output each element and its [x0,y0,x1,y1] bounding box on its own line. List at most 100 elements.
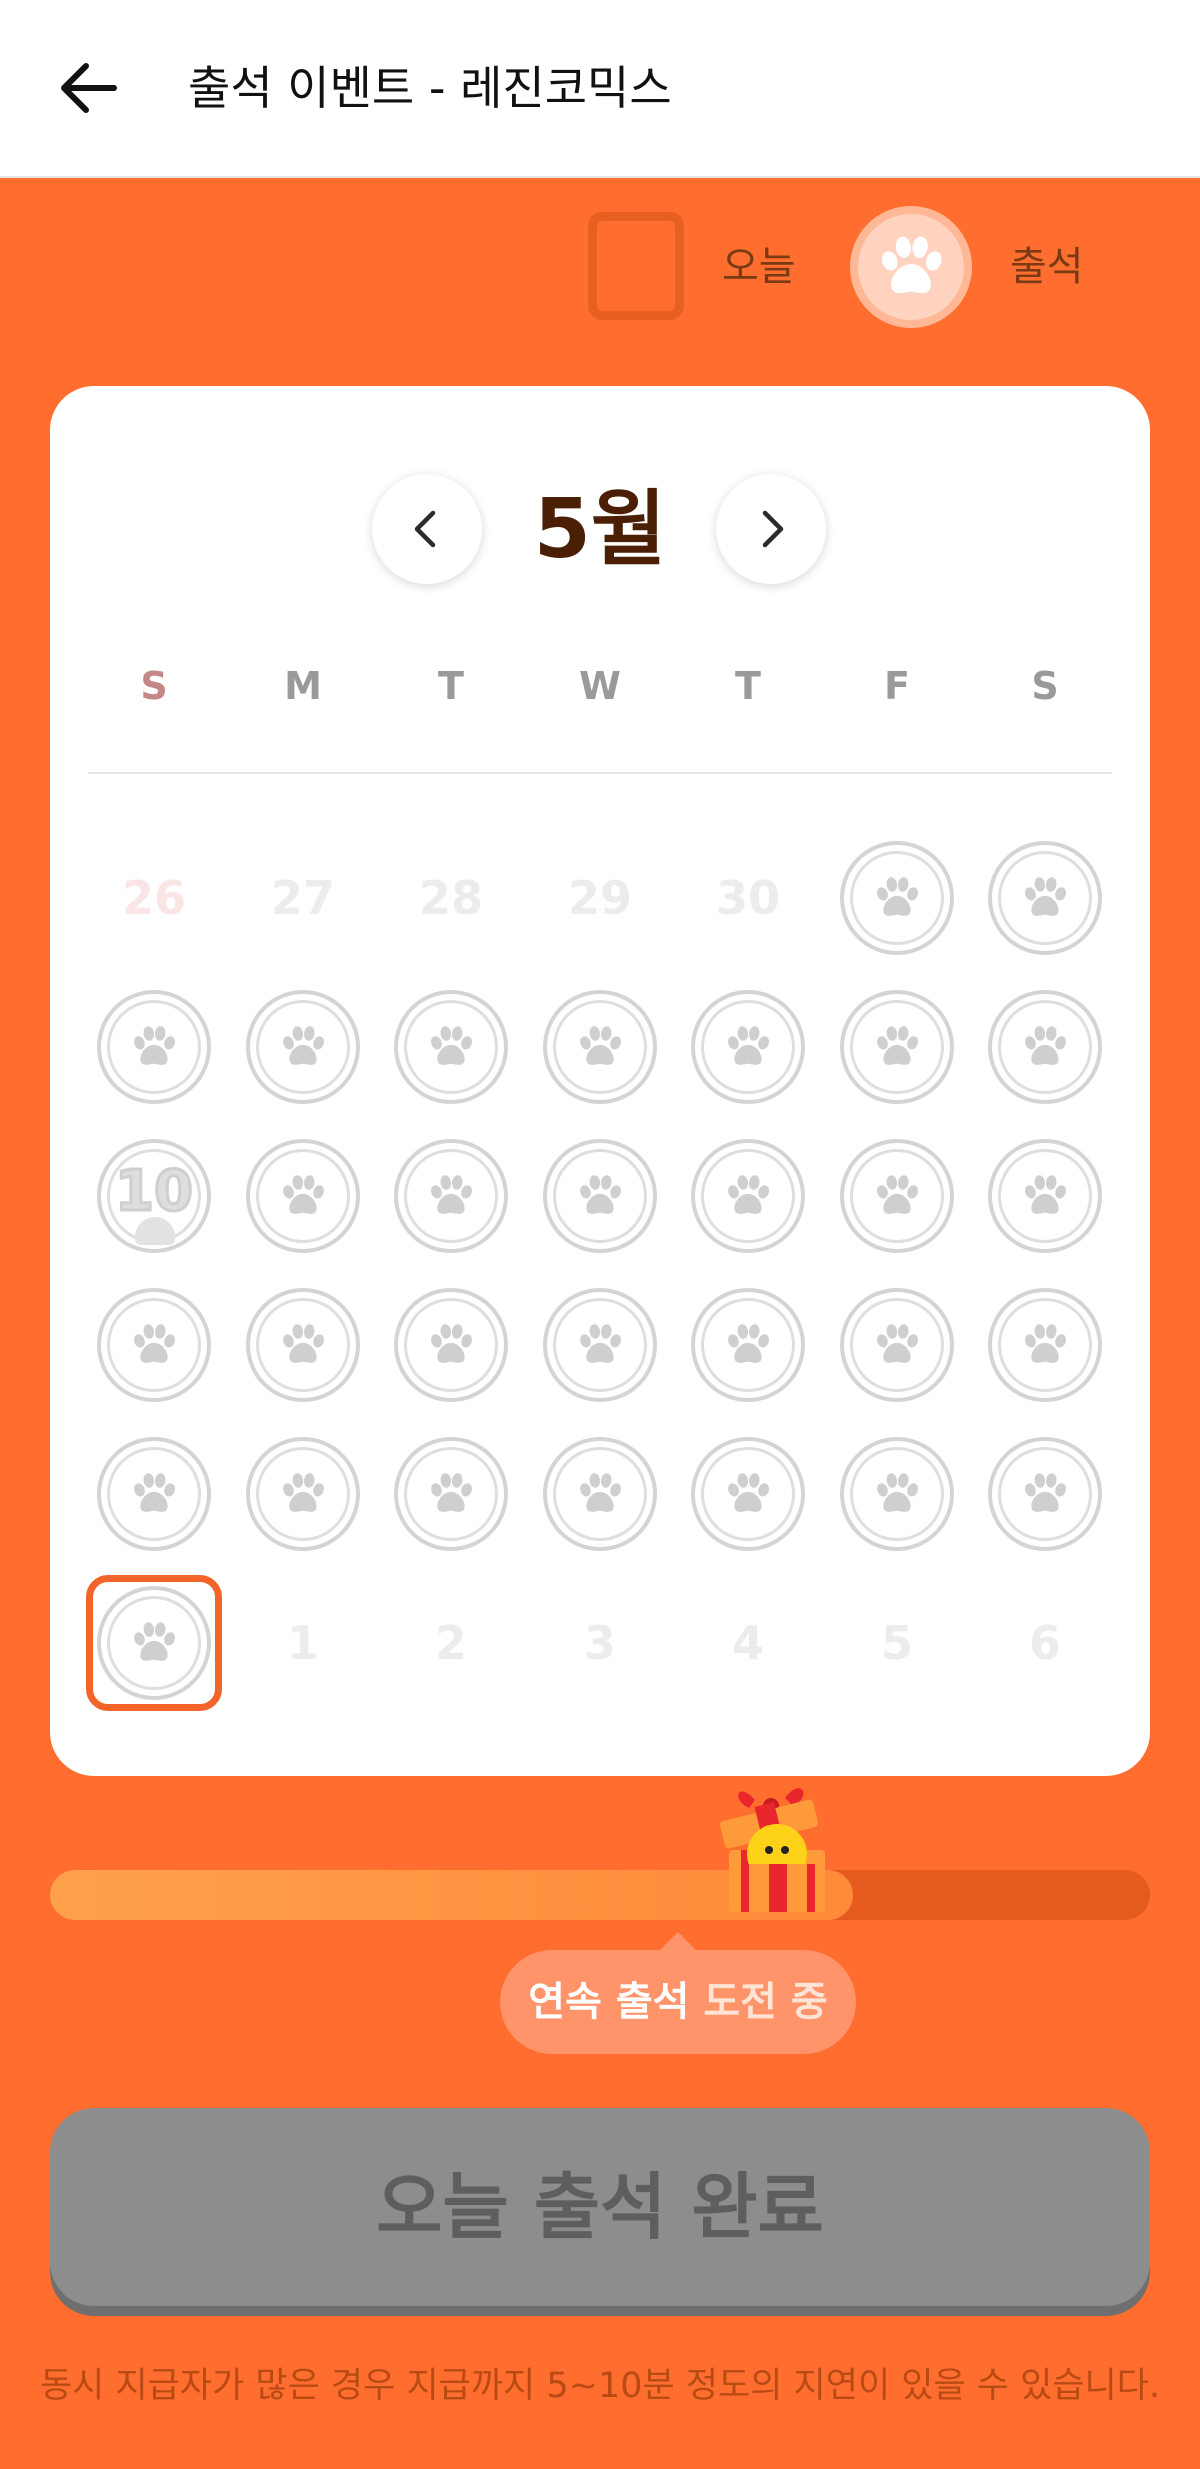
attendance-stamp [988,1139,1102,1253]
paw-icon [283,1026,325,1065]
streak-status-text: 도전 중 [703,1979,828,2025]
attendance-stamp [691,1288,805,1402]
attendance-stamp [840,841,954,955]
calendar-day-17[interactable] [94,1285,214,1405]
calendar-day-29[interactable] [837,1434,957,1554]
calendar-day-8[interactable] [837,987,957,1107]
next-month-day: 4 [731,1616,764,1670]
back-button[interactable] [52,48,132,128]
weekday-divider [88,772,1112,774]
paw-icon [1025,1324,1067,1363]
chevron-left-icon [414,510,436,548]
prev-month-day: 30 [715,871,780,925]
paw-icon [580,1473,622,1512]
paw-icon [728,1175,770,1214]
prev-month-day: 29 [567,871,632,925]
next-month-button[interactable] [716,474,826,584]
streak-status-badge: 연속 출석 도전 중 [500,1932,856,2054]
paw-icon [283,1473,325,1512]
arrow-left-icon [61,63,117,113]
calendar-day-19[interactable] [391,1285,511,1405]
attendance-stamp [394,1288,508,1402]
paw-icon [134,1324,176,1363]
paw-icon [881,236,942,294]
prev-month-day: 26 [121,871,186,925]
paw-icon [877,1324,919,1363]
calendar-day-31[interactable] [86,1575,222,1711]
page-title: 출석 이벤트 - 레진코믹스 [188,61,672,115]
paw-icon [1025,1175,1067,1214]
attendance-stamp [988,841,1102,955]
calendar-day-27[interactable] [540,1434,660,1554]
calendar-day-10[interactable]: 10 [94,1136,214,1256]
attendance-stamp [840,990,954,1104]
paw-icon [580,1026,622,1065]
calendar-day-26[interactable] [391,1434,511,1554]
calendar-day-20[interactable] [540,1285,660,1405]
app-header: 출석 이벤트 - 레진코믹스 [0,0,1200,178]
attendance-stamp [246,1437,360,1551]
calendar-day-7[interactable] [688,987,808,1107]
delay-notice: 동시 지급자가 많은 경우 지급까지 5~10분 정도의 지연이 있을 수 있습… [39,2366,1161,2406]
paw-icon [134,1026,176,1065]
gift-icon [715,1770,835,1920]
legend-today-swatch [588,212,684,320]
calendar-day-13[interactable] [540,1136,660,1256]
calendar-day-25[interactable] [243,1434,363,1554]
paw-icon [134,1622,176,1661]
attendance-stamp [97,1437,211,1551]
weekday-label: M [284,664,322,708]
paw-icon [877,877,919,916]
calendar-day-22[interactable] [837,1285,957,1405]
paw-icon [877,1175,919,1214]
paw-icon [283,1324,325,1363]
calendar-day-15[interactable] [837,1136,957,1256]
calendar-day-3[interactable] [94,987,214,1107]
attendance-stamp [394,1437,508,1551]
attendance-stamp [840,1288,954,1402]
calendar-day-5[interactable] [391,987,511,1107]
weekday-label: W [579,664,621,708]
prev-month-button[interactable] [372,474,482,584]
attendance-stamp [97,1288,211,1402]
calendar-day-28[interactable] [688,1434,808,1554]
weekday-label: T [438,664,464,708]
calendar-day-18[interactable] [243,1285,363,1405]
calendar-day-21[interactable] [688,1285,808,1405]
chevron-right-icon [762,510,784,548]
paw-icon [877,1026,919,1065]
calendar-day-23[interactable] [985,1285,1105,1405]
weekday-label: S [1031,664,1059,708]
calendar-day-4[interactable] [243,987,363,1107]
calendar-day-6[interactable] [540,987,660,1107]
calendar-day-12[interactable] [391,1136,511,1256]
legend-today-label: 오늘 [722,244,796,290]
weekday-header: S M T W T F S [50,656,1150,716]
next-month-day: 1 [286,1616,319,1670]
calendar-day-9[interactable] [985,987,1105,1107]
calendar-day-24[interactable] [94,1434,214,1554]
attendance-stamp [543,1288,657,1402]
calendar-day-14[interactable] [688,1136,808,1256]
attendance-stamp [543,1139,657,1253]
milestone-stamp: 10 [97,1139,211,1253]
attendance-complete-button[interactable]: 오늘 출석 완료 [50,2108,1150,2306]
paw-icon [431,1324,473,1363]
calendar-day-11[interactable] [243,1136,363,1256]
calendar-day-30[interactable] [985,1434,1105,1554]
paw-icon [728,1026,770,1065]
paw-icon [431,1175,473,1214]
next-month-day: 6 [1028,1616,1061,1670]
attendance-stamp [246,1139,360,1253]
attendance-stamp [394,1139,508,1253]
attendance-stamp [691,990,805,1104]
paw-icon [431,1473,473,1512]
attendance-stamp [543,990,657,1104]
calendar-day-16[interactable] [985,1136,1105,1256]
attendance-stamp [988,990,1102,1104]
paw-icon [1025,877,1067,916]
attendance-stamp [691,1437,805,1551]
calendar-day-2[interactable] [985,838,1105,958]
attendance-stamp [840,1139,954,1253]
calendar-day-1[interactable] [837,838,957,958]
